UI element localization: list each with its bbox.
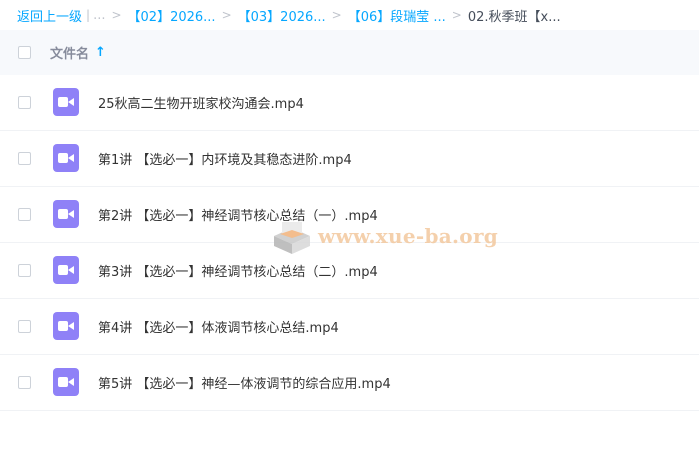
video-file-icon xyxy=(53,88,79,116)
video-file-icon xyxy=(53,200,79,228)
chevron-right-icon: > xyxy=(111,8,122,22)
breadcrumb-item-2[interactable]: 【03】2026... xyxy=(238,6,326,25)
video-file-icon xyxy=(53,312,79,340)
row-checkbox[interactable] xyxy=(18,264,31,277)
chevron-right-icon: > xyxy=(451,8,462,22)
watermark-logo-icon xyxy=(270,214,314,258)
breadcrumb-ellipsis[interactable]: ... xyxy=(93,8,105,23)
breadcrumb: 返回上一级 | ... > 【02】2026... > 【03】2026... … xyxy=(0,0,699,30)
file-name[interactable]: 第4讲 【选必一】体液调节核心总结.mp4 xyxy=(98,317,339,336)
breadcrumb-item-3[interactable]: 【06】段瑞莹 ... xyxy=(348,6,446,25)
file-row[interactable]: 25秋高二生物开班家校沟通会.mp4 xyxy=(0,75,699,131)
file-row[interactable]: 第5讲 【选必一】神经—体液调节的综合应用.mp4 xyxy=(0,355,699,411)
video-file-icon xyxy=(53,368,79,396)
video-file-icon xyxy=(53,144,79,172)
file-name[interactable]: 第3讲 【选必一】神经调节核心总结（二）.mp4 xyxy=(98,261,378,280)
arrow-up-icon: ↑ xyxy=(95,45,106,60)
breadcrumb-current: 02.秋季班【x... xyxy=(467,9,561,25)
row-checkbox[interactable] xyxy=(18,208,31,221)
chevron-right-icon: > xyxy=(221,8,232,22)
select-all-checkbox[interactable] xyxy=(18,46,31,59)
file-name[interactable]: 25秋高二生物开班家校沟通会.mp4 xyxy=(98,93,304,112)
back-link[interactable]: 返回上一级 xyxy=(17,6,82,25)
video-file-icon xyxy=(53,256,79,284)
row-checkbox[interactable] xyxy=(18,320,31,333)
column-header-name: 文件名 xyxy=(50,47,90,62)
breadcrumb-divider: | xyxy=(86,8,91,22)
file-row[interactable]: 第1讲 【选必一】内环境及其稳态进阶.mp4 xyxy=(0,131,699,187)
chevron-right-icon: > xyxy=(331,8,342,22)
watermark: www.xue-ba.org xyxy=(270,214,498,258)
row-checkbox[interactable] xyxy=(18,152,31,165)
file-name[interactable]: 第5讲 【选必一】神经—体液调节的综合应用.mp4 xyxy=(98,373,391,392)
breadcrumb-item-1[interactable]: 【02】2026... xyxy=(128,6,216,25)
sort-by-name-button[interactable]: 文件名 ↑ xyxy=(50,43,106,62)
file-name[interactable]: 第1讲 【选必一】内环境及其稳态进阶.mp4 xyxy=(98,149,352,168)
file-row[interactable]: 第4讲 【选必一】体液调节核心总结.mp4 xyxy=(0,299,699,355)
row-checkbox[interactable] xyxy=(18,96,31,109)
file-list-header: 文件名 ↑ xyxy=(0,30,699,75)
watermark-text: www.xue-ba.org xyxy=(318,224,499,248)
row-checkbox[interactable] xyxy=(18,376,31,389)
